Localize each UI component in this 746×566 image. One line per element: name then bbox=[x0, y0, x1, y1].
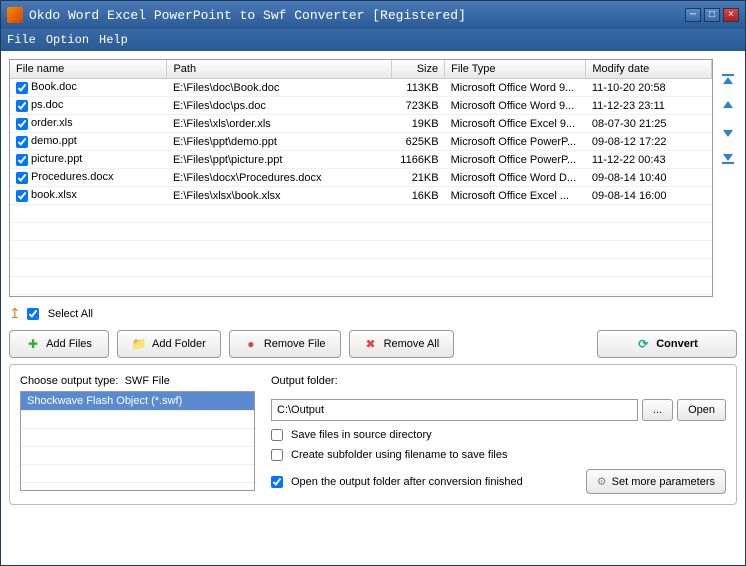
up-arrow-icon: ↥ bbox=[9, 305, 21, 322]
table-row[interactable]: book.xlsxE:\Files\xlsx\book.xlsx16KBMicr… bbox=[10, 187, 712, 205]
app-icon bbox=[7, 7, 23, 23]
row-checkbox[interactable] bbox=[16, 118, 28, 130]
table-row bbox=[10, 205, 712, 223]
browse-button[interactable]: ... bbox=[642, 399, 673, 421]
main-window: Okdo Word Excel PowerPoint to Swf Conver… bbox=[0, 0, 746, 566]
save-source-option[interactable]: Save files in source directory bbox=[271, 429, 726, 441]
set-parameters-button[interactable]: ⚙Set more parameters bbox=[586, 469, 726, 494]
move-top-button[interactable] bbox=[719, 71, 737, 89]
output-folder-label: Output folder: bbox=[271, 375, 726, 387]
select-all-label: Select All bbox=[48, 308, 93, 320]
create-subfolder-option[interactable]: Create subfolder using filename to save … bbox=[271, 449, 726, 461]
header-size[interactable]: Size bbox=[392, 60, 445, 79]
titlebar: Okdo Word Excel PowerPoint to Swf Conver… bbox=[1, 1, 745, 29]
header-filename[interactable]: File name bbox=[10, 60, 167, 79]
table-row bbox=[10, 223, 712, 241]
file-table[interactable]: File name Path Size File Type Modify dat… bbox=[9, 59, 713, 297]
row-checkbox[interactable] bbox=[16, 154, 28, 166]
header-filetype[interactable]: File Type bbox=[445, 60, 586, 79]
row-checkbox[interactable] bbox=[16, 136, 28, 148]
minus-icon: ● bbox=[244, 337, 258, 351]
minimize-button[interactable]: ─ bbox=[685, 8, 701, 22]
table-row[interactable]: picture.pptE:\Files\ppt\picture.ppt1166K… bbox=[10, 151, 712, 169]
row-checkbox[interactable] bbox=[16, 100, 28, 112]
move-up-button[interactable] bbox=[719, 97, 737, 115]
menu-option[interactable]: Option bbox=[46, 33, 89, 47]
header-modifydate[interactable]: Modify date bbox=[586, 60, 712, 79]
output-type-label: Choose output type: SWF File bbox=[20, 375, 255, 387]
remove-all-icon: ✖ bbox=[364, 337, 378, 351]
list-item bbox=[21, 447, 254, 465]
create-subfolder-checkbox[interactable] bbox=[271, 449, 283, 461]
move-bottom-button[interactable] bbox=[719, 149, 737, 167]
select-all-checkbox[interactable] bbox=[27, 308, 39, 320]
window-title: Okdo Word Excel PowerPoint to Swf Conver… bbox=[29, 8, 685, 23]
row-checkbox[interactable] bbox=[16, 82, 28, 94]
output-type-list[interactable]: Shockwave Flash Object (*.swf) bbox=[20, 391, 255, 491]
gear-icon: ⚙ bbox=[597, 475, 607, 488]
close-button[interactable]: × bbox=[723, 8, 739, 22]
reorder-buttons bbox=[719, 59, 737, 297]
table-row bbox=[10, 241, 712, 259]
row-checkbox[interactable] bbox=[16, 190, 28, 202]
maximize-button[interactable]: □ bbox=[704, 8, 720, 22]
plus-icon: ✚ bbox=[26, 337, 40, 351]
header-path[interactable]: Path bbox=[167, 60, 392, 79]
row-checkbox[interactable] bbox=[16, 172, 28, 184]
convert-button[interactable]: ⟳Convert bbox=[597, 330, 737, 358]
table-row[interactable]: demo.pptE:\Files\ppt\demo.ppt625KBMicros… bbox=[10, 133, 712, 151]
remove-file-button[interactable]: ●Remove File bbox=[229, 330, 341, 358]
open-folder-button[interactable]: Open bbox=[677, 399, 726, 421]
folder-icon: 📁 bbox=[132, 337, 146, 351]
menu-help[interactable]: Help bbox=[99, 33, 128, 47]
settings-panel: Choose output type: SWF File Shockwave F… bbox=[9, 364, 737, 505]
table-row[interactable]: ps.docE:\Files\doc\ps.doc723KBMicrosoft … bbox=[10, 97, 712, 115]
save-source-checkbox[interactable] bbox=[271, 429, 283, 441]
list-item bbox=[21, 411, 254, 429]
add-folder-button[interactable]: 📁Add Folder bbox=[117, 330, 221, 358]
move-down-button[interactable] bbox=[719, 123, 737, 141]
menubar: File Option Help bbox=[1, 29, 745, 51]
list-item bbox=[21, 465, 254, 483]
table-row[interactable]: Book.docE:\Files\doc\Book.doc113KBMicros… bbox=[10, 79, 712, 97]
list-item bbox=[21, 429, 254, 447]
convert-icon: ⟳ bbox=[636, 337, 650, 351]
list-item[interactable]: Shockwave Flash Object (*.swf) bbox=[21, 392, 254, 411]
remove-all-button[interactable]: ✖Remove All bbox=[349, 330, 455, 358]
table-row bbox=[10, 259, 712, 277]
open-after-option[interactable]: Open the output folder after conversion … bbox=[271, 476, 523, 488]
content-area: File name Path Size File Type Modify dat… bbox=[1, 51, 745, 565]
table-row[interactable]: order.xlsE:\Files\xls\order.xls19KBMicro… bbox=[10, 115, 712, 133]
menu-file[interactable]: File bbox=[7, 33, 36, 47]
table-row[interactable]: Procedures.docxE:\Files\docx\Procedures.… bbox=[10, 169, 712, 187]
table-row bbox=[10, 277, 712, 295]
output-folder-input[interactable] bbox=[271, 399, 638, 421]
open-after-checkbox[interactable] bbox=[271, 476, 283, 488]
add-files-button[interactable]: ✚Add Files bbox=[9, 330, 109, 358]
